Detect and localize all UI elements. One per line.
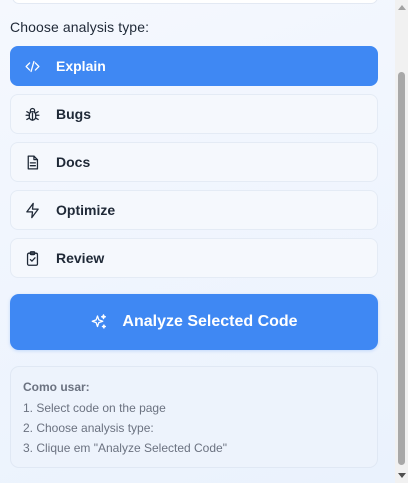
option-docs[interactable]: Docs bbox=[10, 142, 378, 182]
bug-icon bbox=[22, 104, 42, 124]
how-to-step: 2. Choose analysis type: bbox=[23, 421, 154, 435]
clipboard-check-icon bbox=[22, 248, 42, 268]
code-icon bbox=[22, 56, 42, 76]
how-to-step: 1. Select code on the page bbox=[23, 401, 166, 415]
sparkles-icon bbox=[90, 313, 108, 331]
scrollbar-thumb[interactable] bbox=[398, 72, 405, 465]
option-explain[interactable]: Explain bbox=[10, 46, 378, 86]
analyze-button-label: Analyze Selected Code bbox=[122, 313, 298, 330]
scroll-up-arrow-icon[interactable] bbox=[398, 5, 406, 10]
how-to-use-box: Como usar: 1. Select code on the page 2.… bbox=[10, 366, 378, 468]
option-label: Optimize bbox=[56, 202, 116, 218]
option-label: Review bbox=[56, 250, 105, 266]
scroll-down-arrow-icon[interactable] bbox=[398, 473, 406, 478]
section-label: Choose analysis type: bbox=[10, 19, 150, 35]
option-label: Bugs bbox=[56, 106, 91, 122]
analyze-selected-code-button[interactable]: Analyze Selected Code bbox=[10, 294, 378, 350]
option-optimize[interactable]: Optimize bbox=[10, 190, 378, 230]
option-label: Docs bbox=[56, 154, 91, 170]
lightning-icon bbox=[22, 200, 42, 220]
option-label: Explain bbox=[56, 58, 106, 74]
code-preview-card bbox=[12, 0, 378, 4]
analysis-panel: Choose analysis type: Explain Bugs Docs … bbox=[0, 0, 395, 483]
how-to-title: Como usar: bbox=[23, 380, 90, 394]
option-review[interactable]: Review bbox=[10, 238, 378, 278]
vertical-scrollbar[interactable] bbox=[395, 0, 408, 483]
document-icon bbox=[22, 152, 42, 172]
how-to-step: 3. Clique em "Analyze Selected Code" bbox=[23, 441, 227, 455]
option-bugs[interactable]: Bugs bbox=[10, 94, 378, 134]
